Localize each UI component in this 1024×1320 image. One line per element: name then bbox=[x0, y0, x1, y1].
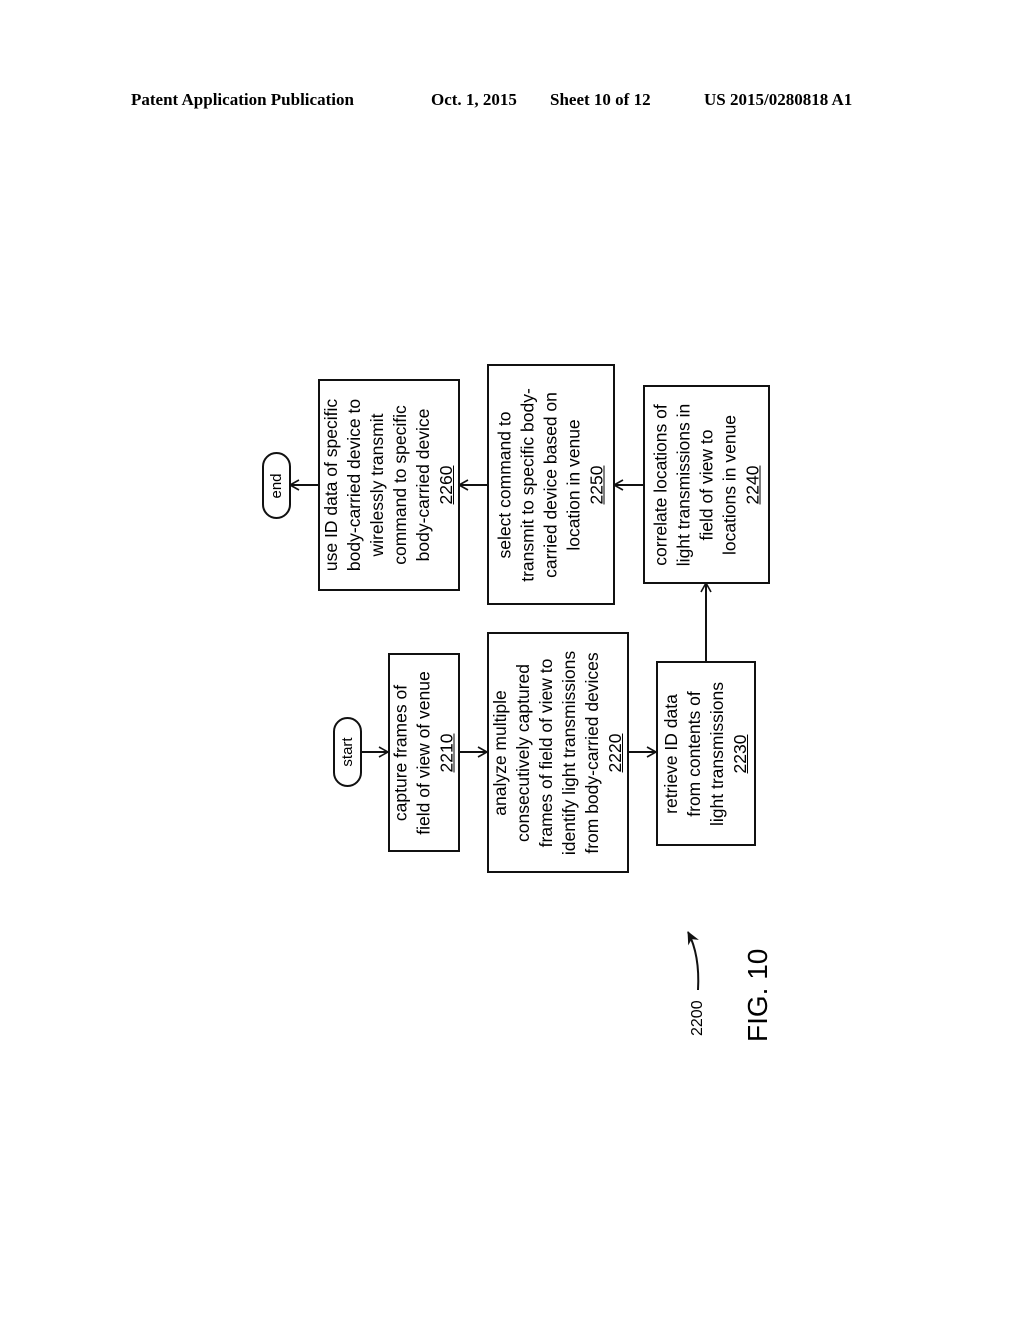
step-ref-number: 2240 bbox=[742, 465, 762, 504]
step-line: body-carried device bbox=[413, 408, 433, 562]
step-line: retrieve ID data bbox=[661, 693, 681, 814]
step-2220-text: analyze multiple consecutively captured … bbox=[489, 650, 627, 854]
step-line: body-carried device to bbox=[344, 398, 364, 572]
step-2260-box: use ID data of specific body-carried dev… bbox=[318, 379, 460, 591]
step-line: light transmissions in bbox=[673, 403, 693, 566]
step-line: correlate locations of bbox=[650, 403, 670, 566]
step-2230-text: retrieve ID data from contents of light … bbox=[660, 682, 752, 826]
step-2240-text: correlate locations of light transmissio… bbox=[649, 403, 764, 565]
step-line: transmit to specific body- bbox=[517, 387, 538, 582]
step-line: carried device based on bbox=[540, 391, 561, 578]
step-2240-box: correlate locations of light transmissio… bbox=[643, 385, 770, 584]
step-line: frames of field of view to bbox=[536, 658, 556, 847]
step-2230-box: retrieve ID data from contents of light … bbox=[656, 661, 756, 846]
step-2210-text: capture frames of field of view of venue… bbox=[390, 671, 459, 834]
step-line: use ID data of specific bbox=[321, 398, 341, 572]
step-ref-number: 2230 bbox=[730, 734, 750, 773]
step-2210-box: capture frames of field of view of venue… bbox=[388, 653, 460, 852]
end-terminal: end bbox=[262, 452, 291, 519]
step-line: identify light transmissions bbox=[559, 650, 579, 855]
start-terminal: start bbox=[333, 717, 362, 787]
step-line: light transmissions bbox=[707, 681, 727, 826]
step-ref-number: 2210 bbox=[436, 733, 457, 772]
step-line: from contents of bbox=[684, 690, 704, 817]
step-2250-box: select command to transmit to specific b… bbox=[487, 364, 615, 605]
step-line: field of view of venue bbox=[413, 670, 434, 835]
end-label: end bbox=[267, 472, 285, 499]
step-2260-text: use ID data of specific body-carried dev… bbox=[320, 399, 458, 571]
step-ref-number: 2260 bbox=[436, 465, 456, 505]
step-2220-box: analyze multiple consecutively captured … bbox=[487, 632, 629, 873]
step-line: wirelessly transmit bbox=[367, 413, 387, 557]
step-ref-number: 2220 bbox=[605, 733, 625, 772]
step-line: command to specific bbox=[390, 405, 410, 565]
step-line: consecutively captured bbox=[513, 663, 533, 842]
step-ref-number: 2250 bbox=[586, 465, 607, 504]
step-line: field of view to bbox=[696, 429, 716, 540]
step-line: from body-carried devices bbox=[582, 651, 602, 854]
ref-2200-pointer bbox=[687, 931, 700, 991]
start-label: start bbox=[338, 737, 356, 767]
step-line: analyze multiple bbox=[490, 689, 510, 816]
step-line: select command to bbox=[494, 411, 515, 558]
step-line: locations in venue bbox=[719, 414, 739, 555]
figure-ref-number: 2200 bbox=[689, 1000, 706, 1036]
step-line: capture frames of bbox=[390, 684, 411, 821]
figure-label: FIG. 10 bbox=[742, 948, 773, 1042]
step-line: location in venue bbox=[563, 418, 584, 551]
step-2250-text: select command to transmit to specific b… bbox=[494, 388, 609, 582]
